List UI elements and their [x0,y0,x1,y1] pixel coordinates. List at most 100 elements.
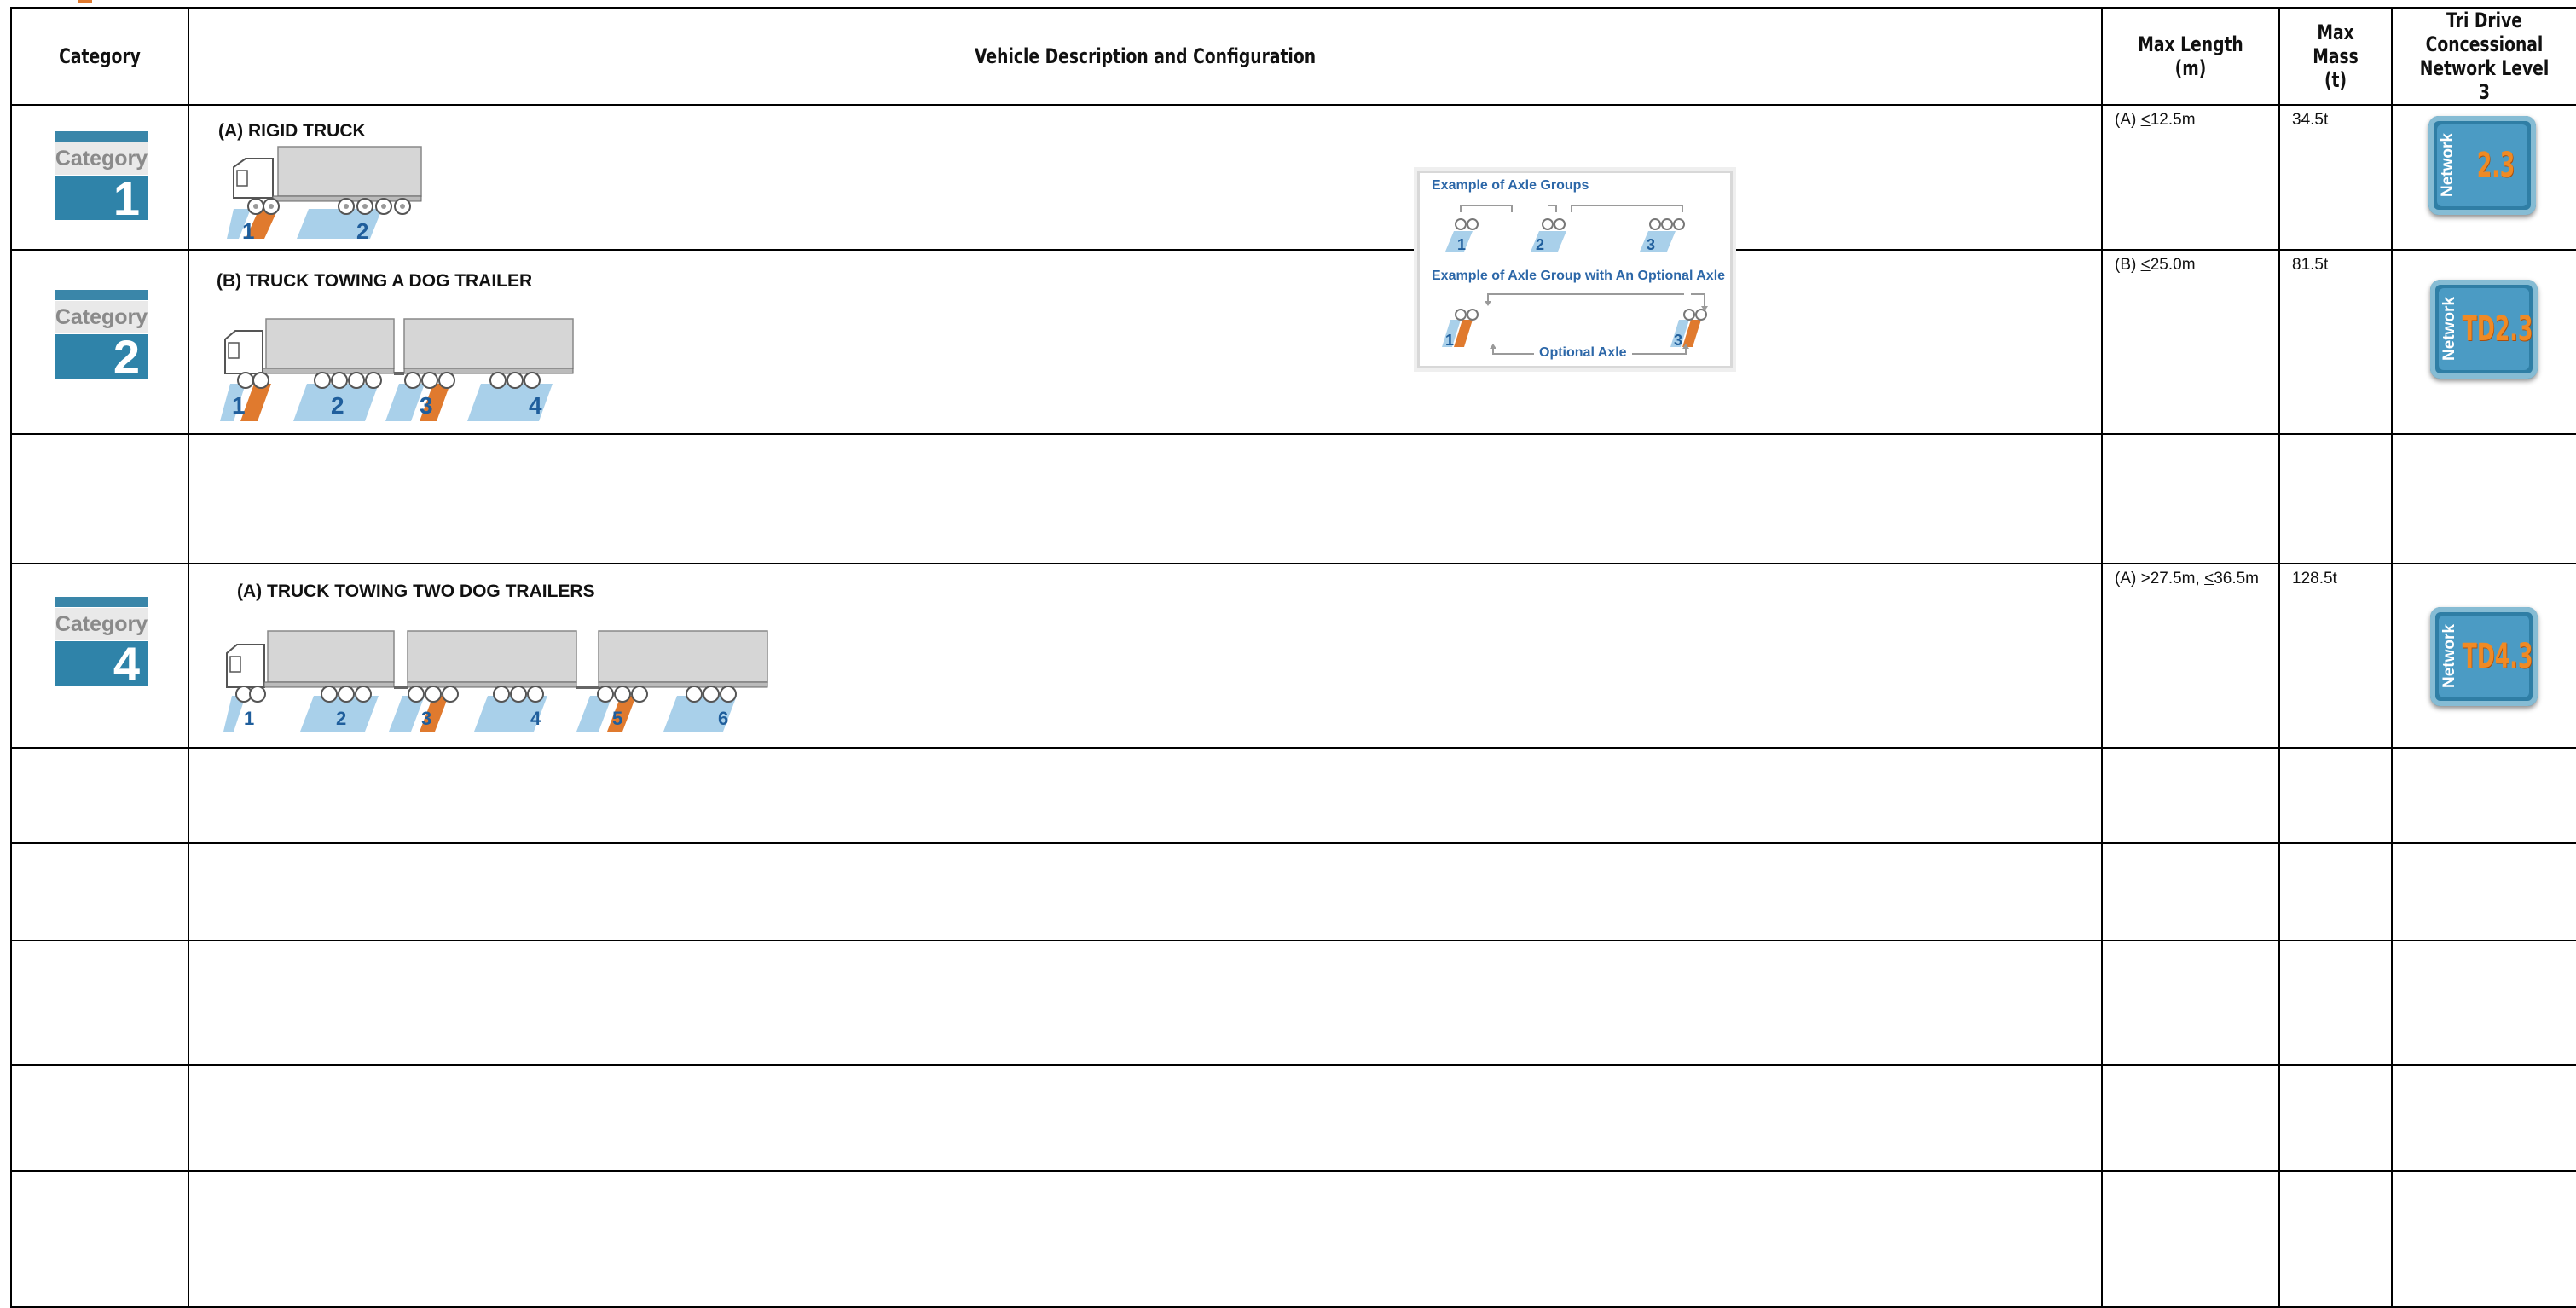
max-mass-cell: 81.5t [2278,249,2393,435]
max-length-cell [2101,1064,2280,1172]
network-badge: Network TD2.3 [2430,280,2538,379]
length-symbol: < [2140,111,2151,129]
header-description: Vehicle Description and Configuration [398,7,1892,106]
axle-label: 1 [244,708,255,729]
max-length-cell [2101,433,2280,564]
truck-two-dog-trailers-diagram [223,630,768,732]
network-cell [2391,433,2576,564]
vehicle-category-table: Category Vehicle Description and Configu… [10,7,2576,1308]
badge-word: Category [55,608,148,640]
table-row: Category 1 (A) RIGID TRUCK 1 2 (A) <12.5… [10,104,2576,251]
max-length-cell [2101,1170,2280,1308]
category-cell: Category 2 [10,249,189,435]
network-side-label: Network [2440,297,2458,362]
length-value: 12.5m [2150,111,2196,129]
rigid-truck-diagram [227,146,422,239]
network-cell: Network TD2.3 [2391,249,2576,435]
axle-num: 3 [1674,332,1683,349]
axle-example-title-optional: Example of Axle Group with An Optional A… [1432,269,1726,283]
category-cell: Category 4 [10,563,189,749]
network-cell [2391,842,2576,941]
max-mass-cell [2278,940,2393,1066]
network-code: TD4.3 [2462,637,2533,676]
max-mass-cell: 128.5t [2278,563,2393,749]
description-cell [188,842,2103,941]
axle-label: 2 [356,218,369,244]
network-cell: Network 2.3 [2391,104,2576,251]
network-cell [2391,940,2576,1066]
max-mass-cell [2278,1064,2393,1172]
header-category: Category [30,7,170,106]
network-cell [2391,1064,2576,1172]
network-cell [2391,1170,2576,1308]
category-cell [10,1064,189,1172]
network-code: TD2.3 [2462,310,2533,349]
max-length-cell: (A) <12.5m [2101,104,2280,251]
vehicle-title: (A) TRUCK TOWING TWO DOG TRAILERS [237,582,595,601]
table-row [10,747,2576,844]
axle-label: 5 [612,708,623,729]
badge-number: 2 [55,333,148,381]
axle-num: 3 [1647,236,1656,253]
table-row [10,940,2576,1066]
length-value: 25.0m [2150,256,2196,274]
max-length-cell: (A) >27.5m, <36.5m [2101,563,2280,749]
truck-dog-trailer-diagram [220,318,574,421]
header-max-mass: Max Mass (t) [2290,7,2381,106]
badge-number: 1 [55,175,148,223]
table-row [10,433,2576,564]
network-cell: Network TD4.3 [2391,563,2576,749]
axle-group-example-inset: Example of Axle Groups 1 2 3 Example of … [1417,171,1733,368]
network-cell [2391,747,2576,844]
category-cell [10,1170,189,1308]
description-cell: (A) RIGID TRUCK 1 2 [188,104,2103,251]
axle-num: 1 [1457,236,1467,253]
length-prefix: (A) >27.5m, [2115,570,2205,587]
category-cell: Category 1 [10,104,189,251]
max-length-cell: (B) <25.0m [2101,249,2280,435]
description-cell [188,433,2103,564]
header-max-length: Max Length (m) [2121,7,2261,106]
category-cell [10,747,189,844]
length-symbol: < [2204,570,2214,587]
corner-accent [78,0,92,3]
vehicle-title: (A) RIGID TRUCK [218,121,366,141]
axle-label: 1 [242,218,255,244]
category-4-badge: Category 4 [55,597,148,688]
network-side-label: Network [2439,133,2457,198]
max-length-cell [2101,842,2280,941]
axle-label: 4 [529,392,542,419]
optional-axle-label: Optional Axle [1534,345,1632,361]
table-row: Category 4 (A) TRUCK TOWING TWO DOG TRAI… [10,563,2576,749]
length-prefix: (A) [2115,111,2141,129]
network-code: 2.3 [2476,146,2515,185]
badge-word: Category [55,142,148,175]
network-badge: Network TD4.3 [2430,607,2538,706]
description-cell [188,1064,2103,1172]
table-row: Category 2 (B) TRUCK TOWING A DOG TRAILE… [10,249,2576,435]
max-mass-cell [2278,1170,2393,1308]
axle-num: 2 [1536,236,1545,253]
max-mass-cell [2278,433,2393,564]
max-mass-cell: 34.5t [2278,104,2393,251]
header-tri-drive: Tri Drive Concessional Network Level 3 [2411,7,2557,106]
description-cell [188,747,2103,844]
network-badge: Network 2.3 [2428,116,2536,215]
max-length-cell [2101,747,2280,844]
mass-value: 128.5t [2292,570,2337,587]
category-cell [10,842,189,941]
network-side-label: Network [2440,624,2458,689]
description-cell [188,940,2103,1066]
table-row [10,1064,2576,1172]
category-cell [10,433,189,564]
length-symbol: < [2140,256,2151,274]
category-cell [10,940,189,1066]
table-row [10,1170,2576,1308]
badge-word: Category [55,301,148,333]
length-prefix: (B) [2115,256,2141,274]
description-cell: (A) TRUCK TOWING TWO DOG TRAILERS 1 2 3 … [188,563,2103,749]
axle-label: 3 [420,392,433,419]
description-cell: (B) TRUCK TOWING A DOG TRAILER 1 2 3 4 [188,249,2103,435]
badge-number: 4 [55,640,148,688]
max-length-cell [2101,940,2280,1066]
